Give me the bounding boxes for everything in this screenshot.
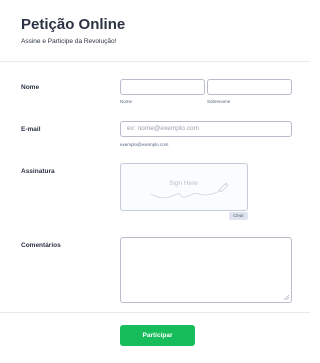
form-subtitle: Assine e Participe da Revolução! — [21, 38, 117, 45]
resize-handle-icon[interactable] — [284, 295, 289, 300]
first-name-sublabel: Nome — [120, 99, 133, 104]
submit-button[interactable]: Participar — [120, 325, 195, 346]
first-name-input[interactable] — [120, 79, 205, 95]
comments-textarea[interactable] — [120, 237, 292, 303]
signature-pad[interactable]: Sign Here — [120, 163, 248, 211]
last-name-sublabel: Sobrenome — [207, 99, 231, 104]
name-label: Nome — [21, 84, 40, 91]
footer-divider — [0, 312, 310, 313]
form-header: Petição Online Assine e Participe da Rev… — [21, 16, 125, 45]
email-input[interactable]: ex: nome@exemplo.com — [120, 121, 292, 137]
signature-label: Assinatura — [21, 168, 55, 175]
email-label: E-mail — [21, 126, 41, 133]
last-name-input[interactable] — [207, 79, 292, 95]
header-divider — [0, 61, 310, 62]
pen-icon — [218, 182, 229, 192]
comments-label: Comentários — [21, 242, 61, 249]
signature-hint: Sign Here — [169, 180, 198, 187]
signature-scribble — [150, 189, 222, 199]
clear-signature-button[interactable]: Clear — [229, 212, 248, 220]
email-sublabel: exemplo@exemplo.com — [120, 142, 169, 147]
form-title: Petição Online — [21, 16, 126, 33]
petition-form: Petição Online Assine e Participe da Rev… — [0, 0, 310, 363]
